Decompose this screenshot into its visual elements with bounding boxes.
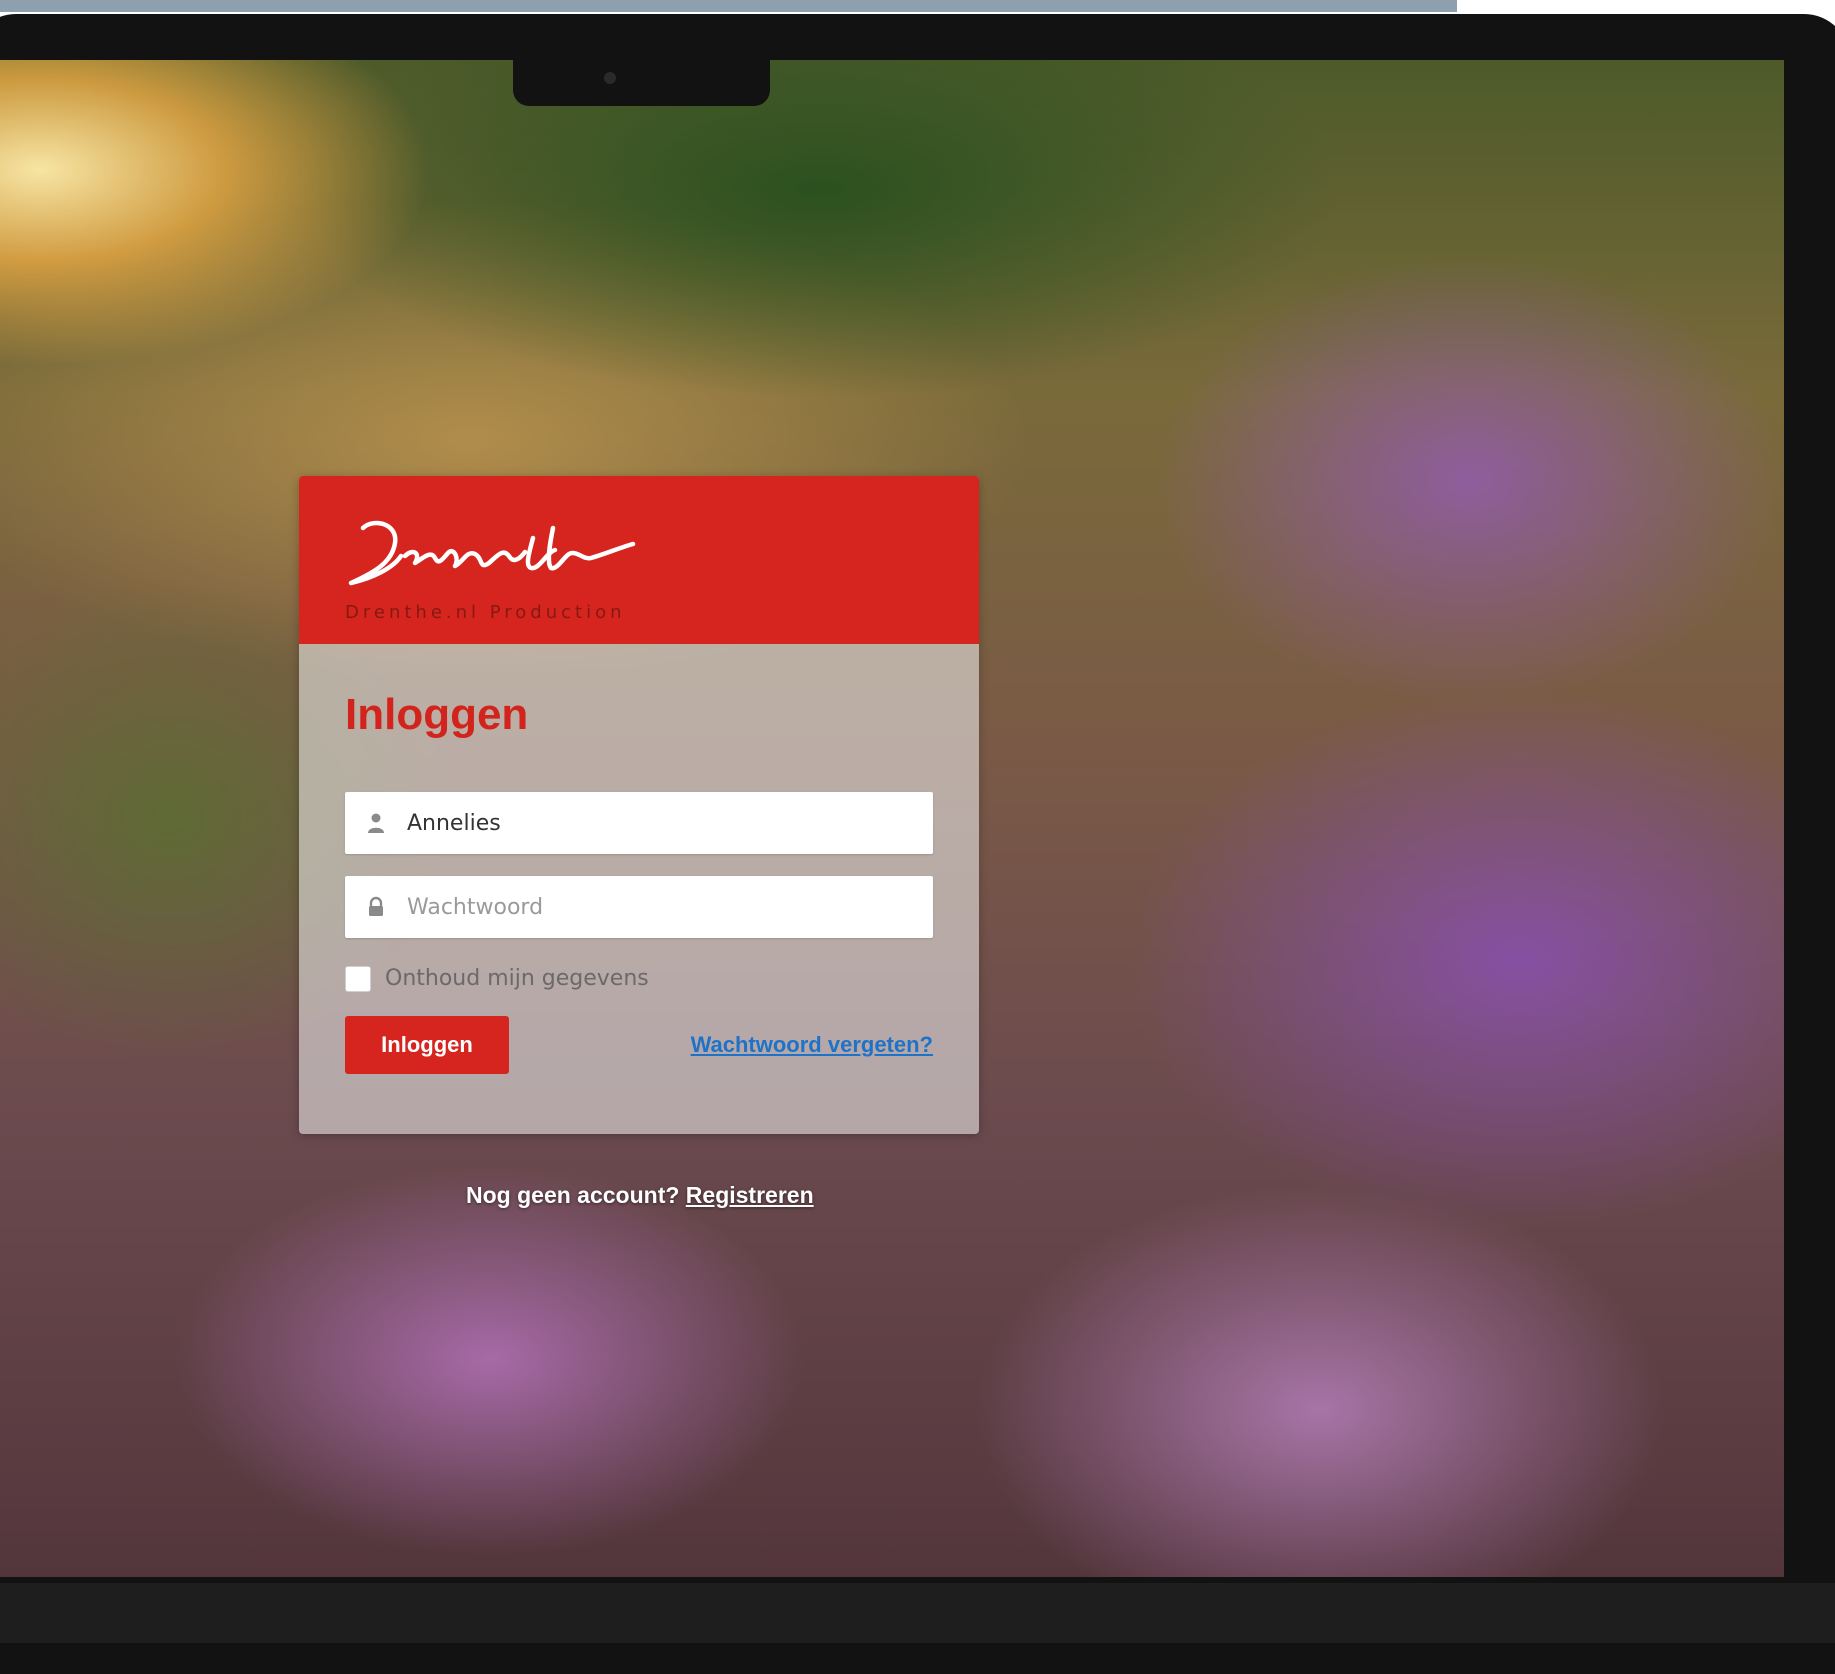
login-button[interactable]: Inloggen <box>345 1016 509 1074</box>
drenthe-logo <box>343 508 683 608</box>
top-bar <box>0 0 1457 12</box>
logo-signature <box>348 520 636 586</box>
register-prompt: Nog geen account? Registreren <box>466 1182 814 1209</box>
page-title: Inloggen <box>345 690 529 739</box>
remember-checkbox[interactable] <box>345 966 371 992</box>
username-field[interactable] <box>345 792 933 854</box>
register-link[interactable]: Registreren <box>686 1182 814 1208</box>
login-card: Drenthe.nl Production Inloggen Onthoud m… <box>299 476 979 1134</box>
camera-icon <box>604 72 616 84</box>
forgot-password-link[interactable]: Wachtwoord vergeten? <box>691 1032 933 1058</box>
register-prompt-text: Nog geen account? <box>466 1182 680 1208</box>
lock-icon <box>367 896 385 918</box>
laptop-base <box>0 1583 1835 1643</box>
camera-notch <box>513 60 770 106</box>
username-input[interactable] <box>407 792 907 854</box>
brand-header: Drenthe.nl Production <box>299 476 979 644</box>
password-field[interactable] <box>345 876 933 938</box>
brand-tagline: Drenthe.nl Production <box>345 602 626 623</box>
password-input[interactable] <box>407 876 907 938</box>
user-icon <box>367 812 385 834</box>
remember-label: Onthoud mijn gegevens <box>385 966 649 991</box>
